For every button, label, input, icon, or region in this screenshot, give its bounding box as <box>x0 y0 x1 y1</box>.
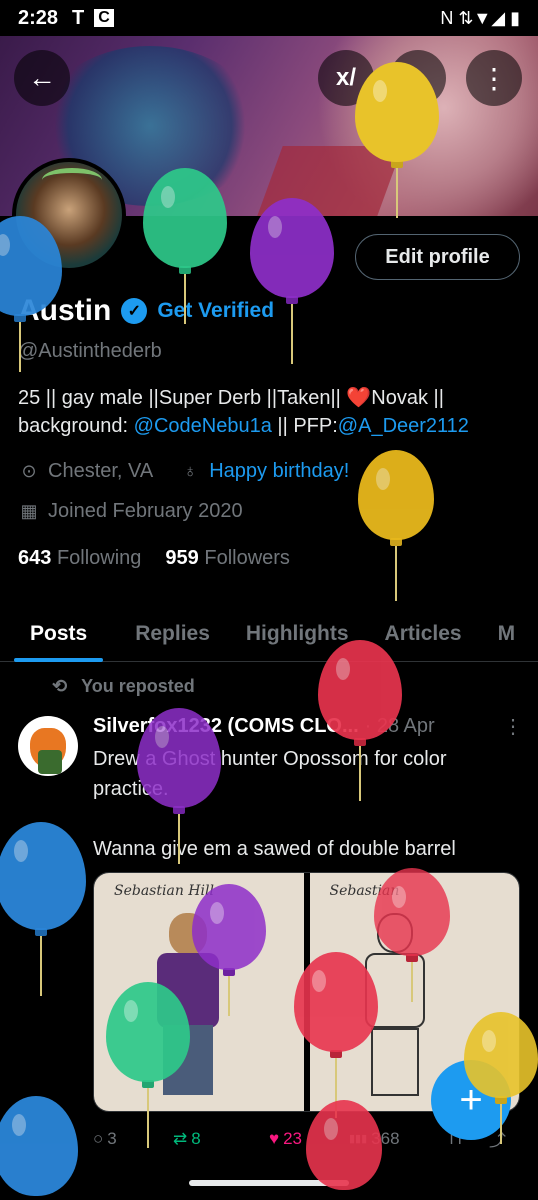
avatar-fox-body-art <box>38 750 62 774</box>
balloon-decoration <box>374 868 450 1002</box>
joined-row: ▦ Joined February 2020 <box>18 500 243 523</box>
balloon-decoration <box>0 822 86 996</box>
balloon-decoration <box>355 62 439 218</box>
like-heart-icon: ♥ <box>269 1128 280 1148</box>
birthday-link[interactable]: Happy birthday! <box>209 460 349 483</box>
calendar-icon: ▦ <box>20 501 38 521</box>
balloon-decoration <box>0 216 62 372</box>
more-vertical-icon: ⋮ <box>480 62 508 94</box>
status-time: 2:28 <box>18 6 59 29</box>
location-text: Chester, VA <box>48 460 154 482</box>
tab-media[interactable]: M <box>480 606 534 662</box>
profile-tabs: Posts Replies Highlights Articles M <box>0 606 538 662</box>
repost-label: You reposted <box>81 676 195 696</box>
bio-mention-link[interactable]: @CodeNebu1a <box>134 415 272 437</box>
balloon-decoration <box>137 708 221 864</box>
repost-icon: ⟲ <box>52 676 68 696</box>
balloon-decoration <box>106 982 190 1148</box>
balloon-decoration <box>306 1100 382 1190</box>
post-author-avatar[interactable] <box>18 716 78 776</box>
balloon-decoration <box>294 952 378 1118</box>
back-button[interactable]: ← <box>14 50 70 106</box>
balloon-decoration <box>250 198 334 364</box>
post-more-icon[interactable]: ⋮ <box>503 714 523 739</box>
followers-stat[interactable]: 959 Followers <box>165 547 290 570</box>
app-notification-icon: C <box>94 9 114 27</box>
followers-label: Followers <box>204 547 290 569</box>
balloon-decoration <box>464 1012 538 1144</box>
status-bar: 2:28 T C N ⇅▼◢ ▮ <box>0 0 538 36</box>
balloon-decoration <box>358 450 434 601</box>
edit-profile-button[interactable]: Edit profile <box>355 234 520 280</box>
avatar-antler-art <box>42 168 102 192</box>
balloon-decoration <box>0 1096 78 1196</box>
profile-bio: 25 || gay male ||Super Derb ||Taken|| ❤️… <box>18 384 518 440</box>
tab-replies[interactable]: Replies <box>117 606 228 662</box>
back-arrow-icon: ← <box>28 62 56 93</box>
bio-text: || PFP: <box>271 415 338 437</box>
more-options-button[interactable]: ⋮ <box>466 50 522 106</box>
following-label: Following <box>56 547 142 569</box>
location-pin-icon: ⊙ <box>21 461 37 481</box>
joined-text: Joined February 2020 <box>48 500 243 522</box>
reply-icon: ○ <box>93 1128 104 1148</box>
balloon-decoration <box>192 884 266 1016</box>
follow-stats: 643 Following 959 Followers <box>18 547 290 570</box>
system-icons: N ⇅▼◢ ▮ <box>440 7 520 28</box>
heart-emoji-icon: ❤️ <box>346 387 372 409</box>
tab-posts[interactable]: Posts <box>0 606 117 662</box>
repost-indicator: ⟲ You reposted <box>52 676 195 697</box>
retweet-count: 8 <box>191 1128 201 1148</box>
balloon-decoration <box>318 640 402 801</box>
grok-icon: x/ <box>335 64 356 91</box>
following-stat[interactable]: 643 Following <box>18 547 141 570</box>
following-count: 643 <box>18 547 52 569</box>
followers-count: 959 <box>165 547 199 569</box>
bio-mention-link[interactable]: @A_Deer2112 <box>338 415 469 437</box>
profile-meta-row: ⊙ Chester, VA ♁ Happy birthday! <box>18 460 349 483</box>
carrier-icon: T <box>72 6 85 29</box>
balloon-decoration <box>143 168 227 324</box>
birthday-balloon-icon: ♁ <box>183 461 197 481</box>
bio-text: 25 || gay male ||Super Derb ||Taken|| <box>18 387 347 409</box>
like-count: 23 <box>283 1128 303 1148</box>
